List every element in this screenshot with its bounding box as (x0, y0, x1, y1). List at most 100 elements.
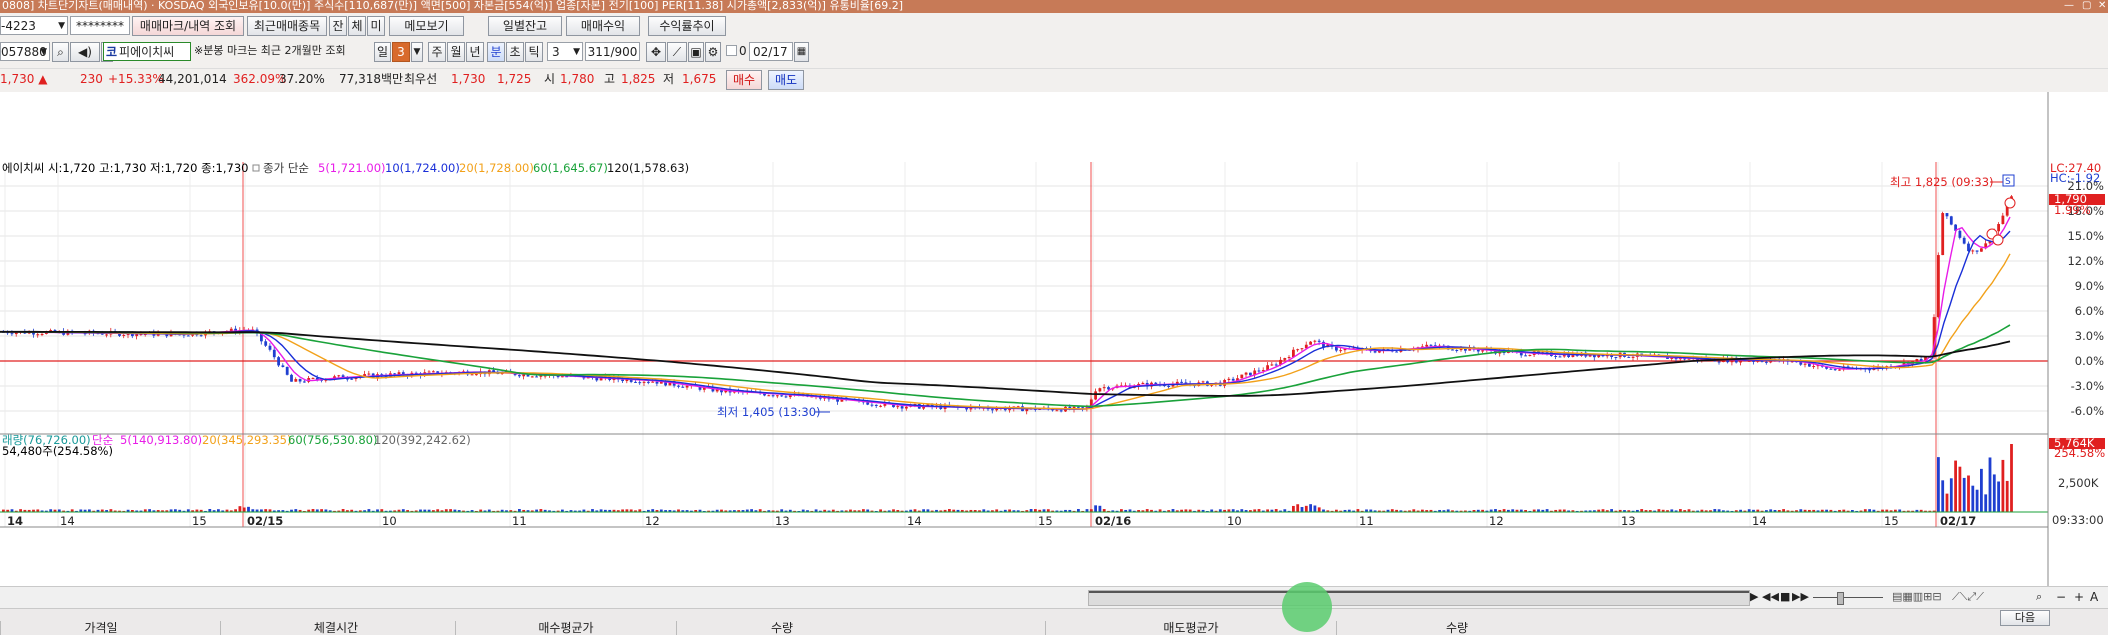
col-buy-avg[interactable]: 매수평균가 (455, 621, 676, 635)
candle-body (1059, 410, 1063, 412)
chart-scrollbar[interactable] (1088, 590, 1750, 606)
legend-toggle-icon[interactable] (252, 164, 260, 172)
interval-select[interactable]: 3 ▼ (547, 42, 583, 61)
crosshair-icon[interactable]: ✥ (646, 42, 666, 62)
search-icon[interactable]: ⌕ (52, 42, 69, 62)
chevron-down-icon: ▼ (58, 21, 65, 31)
chart-area[interactable]: 에이치씨 시:1,720 고:1,730 저:1,720 종:1,730 종가 … (0, 92, 2108, 586)
x-axis-label: 15 (1038, 514, 1053, 528)
period-value[interactable]: 3 (392, 42, 410, 62)
tab-mi[interactable]: 미 (367, 16, 385, 36)
candle-body (1812, 366, 1816, 368)
buy-button[interactable]: 매수 (726, 70, 762, 90)
calendar-icon[interactable]: ▦ (794, 42, 809, 62)
trade-mark-query-button[interactable]: 매매마크/내역 조회 (132, 16, 244, 36)
volume-bar (1988, 457, 1992, 512)
tab-che[interactable]: 체 (348, 16, 366, 36)
candle-body (638, 382, 642, 384)
scrollbar-thumb[interactable] (1089, 591, 1749, 593)
candle-body (14, 332, 18, 335)
plus-icon[interactable]: + (2074, 587, 2084, 607)
stop-icon[interactable]: ■ (1780, 587, 1790, 607)
candle-body (1283, 358, 1287, 360)
minimize-icon[interactable]: — (2062, 0, 2074, 11)
period-day-button[interactable]: 일 (374, 42, 391, 62)
recent-items-button[interactable]: 최근매매종목 (247, 16, 327, 36)
layout-tools-icon[interactable]: ▤▦▥⊞⊟ (1892, 587, 1942, 607)
candle-body (1077, 406, 1080, 408)
volume-bar (1975, 489, 1979, 512)
save-icon[interactable]: ▣ (688, 42, 704, 62)
text-tool-icon[interactable]: A (2090, 587, 2098, 607)
date-input[interactable]: 02/17 (749, 42, 793, 61)
percent-tick-label: 15.0% (2067, 229, 2104, 243)
x-axis-label: 02/16 (1095, 514, 1131, 528)
col-qty-2[interactable]: 수량 (1336, 621, 1577, 635)
col-qty[interactable]: 수량 (676, 621, 887, 635)
chevron-down-icon[interactable]: ▼ (411, 42, 423, 62)
volume-bar (1980, 468, 1983, 512)
daily-balance-button[interactable]: 일별잔고 (488, 16, 562, 36)
chart-settings-toolbar: 057880▼ ⌕ ◀) ▸ 코피에이치씨 ※분봉 마크는 최근 2개월만 조회… (0, 40, 2108, 64)
price-change: 230 (80, 72, 103, 86)
trade-profit-button[interactable]: 매매수익 (566, 16, 640, 36)
candle-body (1554, 355, 1558, 357)
memo-button[interactable]: 메모보기 (389, 16, 464, 36)
period-month-button[interactable]: 월 (447, 42, 465, 62)
price-volume-chart[interactable]: 에이치씨 시:1,720 고:1,730 저:1,720 종:1,730 종가 … (0, 92, 2108, 586)
x-axis-label: 10 (382, 514, 397, 528)
candle-body (1481, 350, 1484, 352)
legend-ma120: 120(1,578.63) (607, 161, 689, 175)
candle-body (1055, 410, 1059, 412)
rewind-icon[interactable]: ◀◀ (1762, 587, 1779, 607)
candle-body (1945, 213, 1949, 217)
buy-mark-icon (2004, 197, 2016, 209)
price-legend: 에이치씨 시:1,720 고:1,730 저:1,720 종:1,730 종가 … (2, 161, 689, 175)
period-week-button[interactable]: 주 (428, 42, 446, 62)
candle-body (1524, 355, 1527, 357)
tab-jan[interactable]: 잔 (329, 16, 347, 36)
x-axis-label: 02/17 (1940, 514, 1976, 528)
best-ask: 1,730 (451, 72, 486, 86)
volume-bar (1958, 466, 1962, 512)
candle-body (1231, 378, 1235, 381)
account-select[interactable]: -4223 ▼ (0, 16, 68, 35)
stock-code-input[interactable]: 057880 ▼ (0, 42, 50, 61)
candle-body (1962, 237, 1966, 244)
x-axis-label: 12 (645, 514, 660, 528)
period-second-button[interactable]: 초 (506, 42, 524, 62)
zoom-slider-thumb[interactable] (1837, 592, 1844, 605)
data-count-field[interactable]: 311/900 (585, 42, 640, 61)
password-field[interactable]: ******** (70, 16, 130, 35)
zoom-icon[interactable]: ⌕ (2036, 587, 2042, 607)
x-axis-label: 15 (1884, 514, 1899, 528)
volume-bar (1949, 478, 1953, 512)
legend-vol-ma60: 60(756,530.80) (288, 433, 377, 447)
gear-icon[interactable]: ⚙ (705, 42, 721, 62)
sell-button[interactable]: 매도 (768, 70, 804, 90)
speaker-icon[interactable]: ◀) (70, 42, 100, 62)
zoom-slider[interactable] (1813, 597, 1883, 598)
candle-body (1980, 248, 1983, 252)
return-trend-button[interactable]: 수익률추이 (648, 16, 726, 36)
period-minute-button[interactable]: 분 (487, 42, 505, 62)
next-button[interactable]: 다음 (2000, 610, 2050, 626)
candle-body (36, 334, 40, 336)
stock-name-field[interactable]: 코 피에이치씨 (103, 42, 191, 61)
play-icon[interactable]: ▶ (1750, 587, 1758, 607)
col-exec-time[interactable]: 체결시간 (220, 621, 451, 635)
drawing-tools-icon[interactable]: ⟋⟍⤢⟋ (1952, 587, 1984, 607)
period-tick-button[interactable]: 틱 (525, 42, 543, 62)
candle-body (10, 333, 14, 335)
period-year-button[interactable]: 년 (466, 42, 484, 62)
candle-body (1378, 350, 1381, 353)
close-icon[interactable]: ✕ (2096, 0, 2106, 11)
minus-icon[interactable]: − (2056, 587, 2066, 607)
maximize-icon[interactable]: ▢ (2080, 0, 2091, 11)
trend-tool-icon[interactable]: ⟋ (667, 42, 687, 62)
fast-forward-icon[interactable]: ▶▶ (1792, 587, 1809, 607)
col-price-date[interactable]: 가격일 (0, 621, 201, 635)
candle-body (1958, 230, 1962, 238)
date-checkbox[interactable] (726, 45, 737, 56)
candle-body (272, 349, 276, 358)
